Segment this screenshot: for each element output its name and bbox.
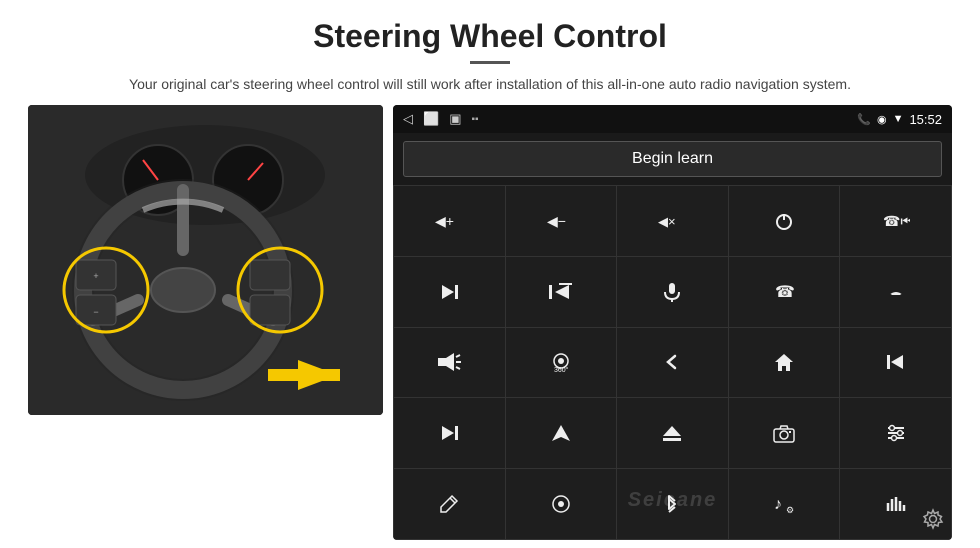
svg-text:360°: 360° <box>554 366 569 373</box>
begin-learn-row: Begin learn <box>393 133 952 185</box>
mute-button[interactable]: ◀× <box>617 186 728 256</box>
settings-gear-icon[interactable] <box>922 508 944 536</box>
subtitle: Your original car's steering wheel contr… <box>90 74 890 95</box>
steering-wheel-bg: + − <box>28 105 383 415</box>
settings-circle-button[interactable] <box>506 469 617 539</box>
svg-text:☎: ☎ <box>775 284 795 301</box>
status-bar: ◁ ⬜ ▣ ▪▪ 📞 ◉ ▼ 15:52 <box>393 105 952 133</box>
vol-up-button[interactable]: ◀+ <box>394 186 505 256</box>
svg-text:☎⏮: ☎⏮ <box>883 213 910 229</box>
wifi-icon: ▼ <box>893 113 904 125</box>
header-section: Steering Wheel Control Your original car… <box>0 0 980 105</box>
android-screen: ◁ ⬜ ▣ ▪▪ 📞 ◉ ▼ 15:52 Begin learn <box>393 105 952 540</box>
controls-area: ◀+ ◀− ◀× ☎⏮ <box>393 185 952 540</box>
svg-text:◀+: ◀+ <box>435 213 454 229</box>
svg-text:−: − <box>93 307 98 317</box>
car-image-container: + − <box>28 105 383 415</box>
next-track-button[interactable] <box>394 257 505 327</box>
svg-text:+: + <box>93 271 98 281</box>
vol-down-button[interactable]: ◀− <box>506 186 617 256</box>
page-container: Steering Wheel Control Your original car… <box>0 0 980 548</box>
home-nav-icon[interactable]: ⬜ <box>423 111 439 127</box>
phone-icon: 📞 <box>857 113 871 126</box>
fast-prev-button[interactable] <box>506 257 617 327</box>
back-button[interactable] <box>617 328 728 398</box>
skip-forward-button[interactable] <box>394 398 505 468</box>
android-screen-wrapper: ◁ ⬜ ▣ ▪▪ 📞 ◉ ▼ 15:52 Begin learn <box>393 105 952 540</box>
navigate-button[interactable] <box>506 398 617 468</box>
content-area: + − ◁ <box>0 105 980 548</box>
eject-button[interactable] <box>617 398 728 468</box>
skip-prev-button[interactable] <box>840 328 951 398</box>
camera-button[interactable] <box>729 398 840 468</box>
svg-text:◀−: ◀− <box>547 213 566 229</box>
equalizer-settings-button[interactable] <box>840 398 951 468</box>
horn-button[interactable] <box>394 328 505 398</box>
status-bar-left: ◁ ⬜ ▣ ▪▪ <box>403 111 479 127</box>
pen-button[interactable] <box>394 469 505 539</box>
status-bar-right: 📞 ◉ ▼ 15:52 <box>857 112 942 127</box>
title-divider <box>470 61 510 64</box>
home-button[interactable] <box>729 328 840 398</box>
music-button[interactable]: ♪ ⚙ <box>729 469 840 539</box>
page-title: Steering Wheel Control <box>40 18 940 55</box>
location-icon: ◉ <box>877 113 887 126</box>
svg-text:◀×: ◀× <box>658 214 676 229</box>
bluetooth-button[interactable] <box>617 469 728 539</box>
phone-prev-button[interactable]: ☎⏮ <box>840 186 951 256</box>
signal-icon: ▪▪ <box>471 114 478 125</box>
360-camera-button[interactable]: 360° <box>506 328 617 398</box>
time-display: 15:52 <box>909 112 942 127</box>
svg-text:⚙: ⚙ <box>786 505 794 515</box>
controls-grid: ◀+ ◀− ◀× ☎⏮ <box>393 185 952 540</box>
hang-up-button[interactable] <box>840 257 951 327</box>
recents-nav-icon[interactable]: ▣ <box>449 111 461 127</box>
begin-learn-button[interactable]: Begin learn <box>403 141 942 177</box>
mic-button[interactable] <box>617 257 728 327</box>
power-button[interactable] <box>729 186 840 256</box>
call-button[interactable]: ☎ <box>729 257 840 327</box>
svg-text:♪: ♪ <box>774 496 782 513</box>
back-nav-icon[interactable]: ◁ <box>403 111 413 127</box>
